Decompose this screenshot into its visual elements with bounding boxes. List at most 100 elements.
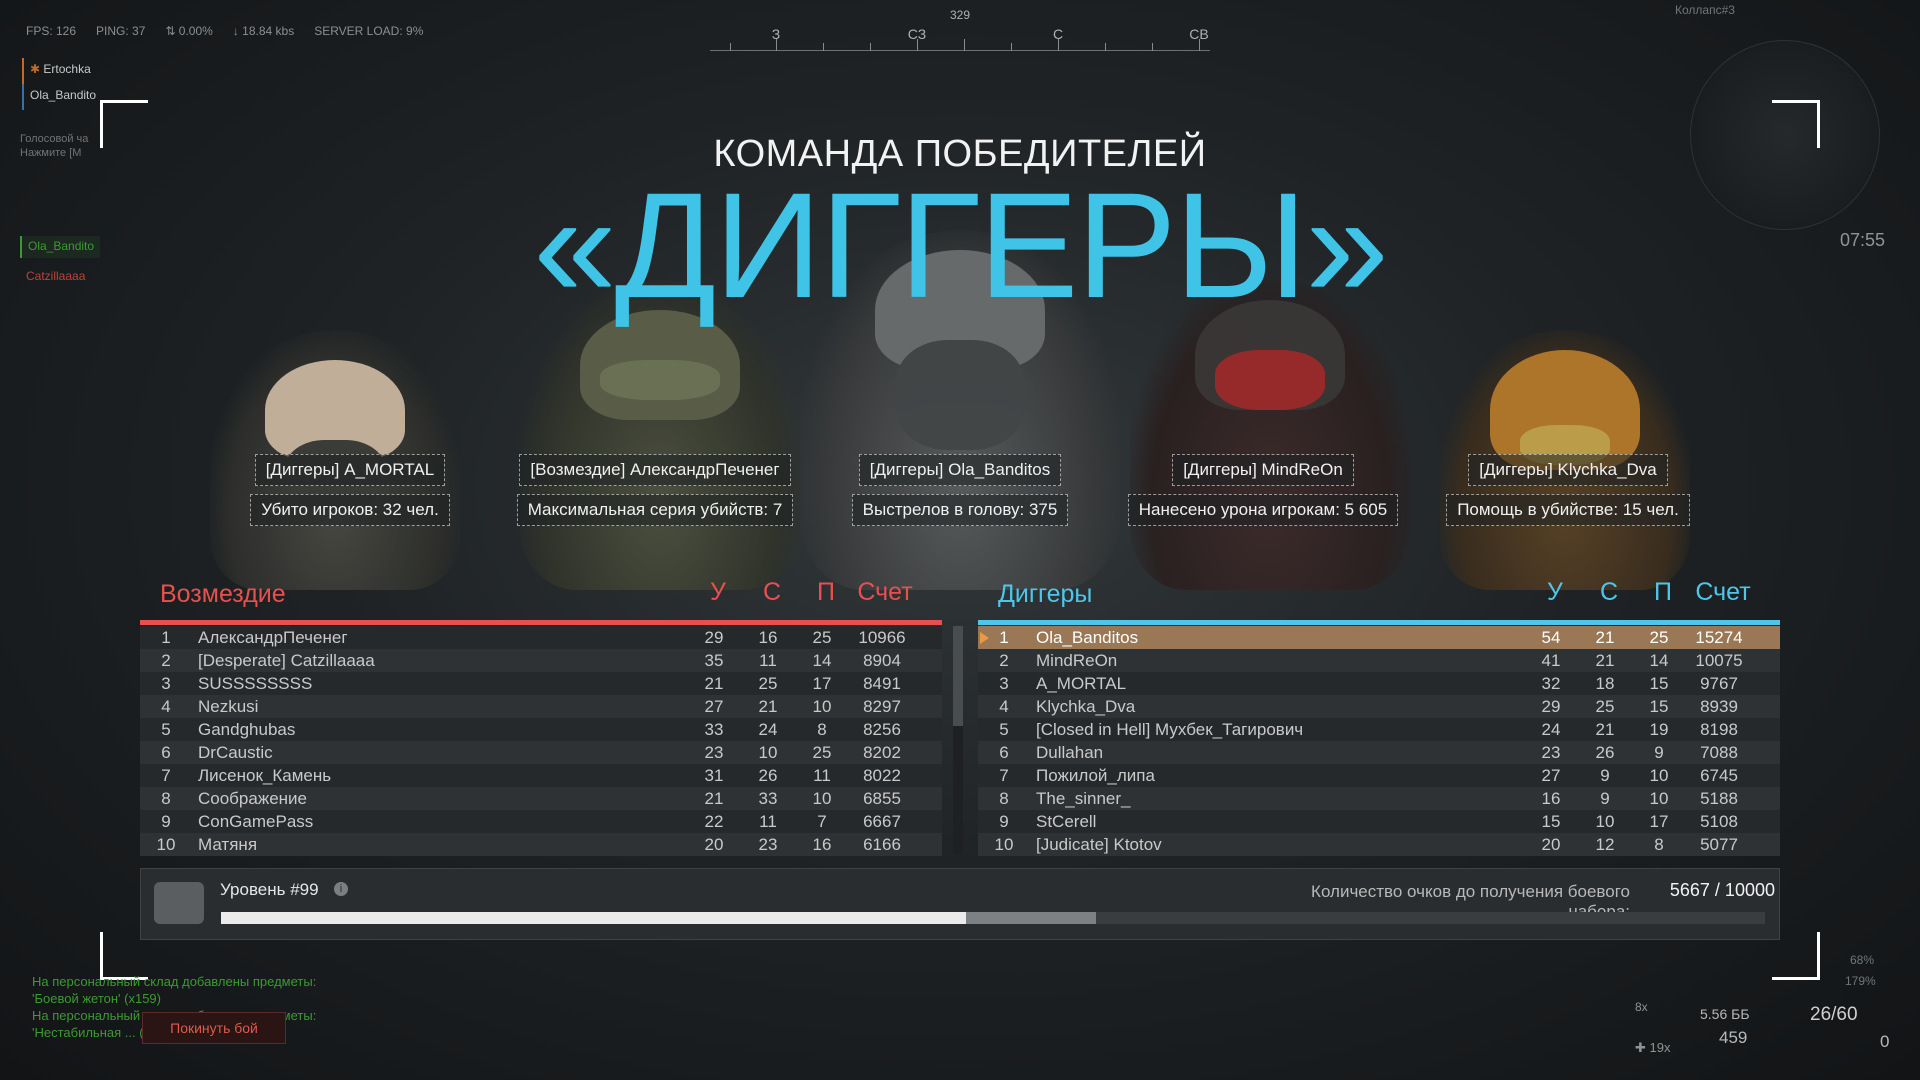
table-row: 1 Ola_Banditos 54 21 25 15274 <box>978 626 1780 649</box>
table-row: 10 Матяня 20 23 16 6166 <box>140 833 942 856</box>
compass-tick <box>776 39 777 51</box>
scrollbar-thumb[interactable] <box>953 626 963 726</box>
table-row: 6 DrCaustic 23 10 25 8202 <box>140 741 942 764</box>
ammo-hud: 8x ✚ 19x 5.56 ББ 459 26/60 0 <box>1635 1000 1905 1060</box>
player-name-cell: Dullahan <box>1036 743 1104 762</box>
kills-cell: 35 <box>704 651 724 670</box>
rank-cell: 2 <box>161 651 171 670</box>
award-stat: Убито игроков: 32 чел. <box>250 494 450 526</box>
kills-cell: 27 <box>704 697 724 716</box>
points-value: 5667 / 10000 <box>1669 880 1775 900</box>
assists-cell: 9 <box>1654 743 1664 762</box>
score-cell: 8198 <box>1700 720 1738 739</box>
kills-cell: 24 <box>1541 720 1561 739</box>
gasmask-graphic <box>895 340 1025 450</box>
table-row: 5 Gandghubas 33 24 8 8256 <box>140 718 942 741</box>
level-label: Уровень #99 <box>220 880 319 899</box>
table-row: 2 MindReOn 41 21 14 10075 <box>978 649 1780 672</box>
compass-tick <box>1105 43 1106 51</box>
award-stat: Выстрелов в голову: 375 <box>851 494 1069 526</box>
kills-cell: 41 <box>1541 651 1561 670</box>
voice-player-name: Ola_Bandito <box>30 88 97 102</box>
kills-cell: 23 <box>704 743 724 762</box>
award-card: [Диггеры] Klychka_Dva Помощь в убийстве:… <box>1418 454 1718 526</box>
compass-line <box>710 50 1210 51</box>
compass-tick <box>1011 43 1012 51</box>
player-name-cell: Пожилой_липа <box>1036 766 1155 785</box>
assists-cell: 10 <box>812 697 832 716</box>
award-player: [Диггеры] Klychka_Dva <box>1468 454 1668 486</box>
deaths-cell: 21 <box>1595 651 1615 670</box>
score-cell: 10966 <box>858 628 906 647</box>
table-row: 4 Klychka_Dva 29 25 15 8939 <box>978 695 1780 718</box>
chat-line: 'Боевой жетон' (x159) <box>32 991 161 1006</box>
rank-cell: 9 <box>161 812 171 831</box>
player-name-cell: The_sinner_ <box>1036 789 1131 808</box>
assists-cell: 25 <box>812 628 832 647</box>
deaths-cell: 21 <box>758 697 778 716</box>
info-icon[interactable]: i <box>334 882 348 896</box>
assists-cell: 7 <box>817 812 827 831</box>
assists-cell: 17 <box>1649 812 1669 831</box>
player-name-cell: Gandghubas <box>198 720 296 739</box>
red-goggles-graphic <box>1215 350 1325 410</box>
deaths-cell: 26 <box>758 766 778 785</box>
award-player: [Диггеры] A_MORTAL <box>254 454 446 486</box>
team-right-bar <box>978 620 1780 625</box>
player-name-cell: [Judicate] Ktotov <box>1036 835 1162 854</box>
score-cell: 6166 <box>863 835 901 854</box>
col-assists: П <box>1654 578 1672 606</box>
award-stat: Нанесено урона игрокам: 5 605 <box>1127 494 1399 526</box>
ammo-caliber: 5.56 ББ <box>1700 1006 1750 1022</box>
player-name-cell: Соображение <box>198 789 307 808</box>
mic-icon: ✱ <box>30 62 44 76</box>
score-cell: 7088 <box>1700 743 1738 762</box>
deaths-cell: 25 <box>758 674 778 693</box>
deaths-cell: 25 <box>1595 697 1615 716</box>
assists-cell: 25 <box>1649 628 1669 647</box>
rank-cell: 3 <box>999 674 1009 693</box>
table-row: 1 АлександрПеченег 29 16 25 10966 <box>140 626 942 649</box>
team-right-name: Диггеры <box>998 580 1093 608</box>
packet-loss-value: 0.00% <box>178 24 213 38</box>
rank-cell: 1 <box>161 628 171 647</box>
compass-heading: 329 <box>949 8 971 22</box>
table-row: 8 The_sinner_ 16 9 10 5188 <box>978 787 1780 810</box>
deaths-cell: 21 <box>1595 628 1615 647</box>
player-name-cell: SUSSSSSSSS <box>198 674 313 693</box>
col-kills: У <box>1547 578 1563 606</box>
assists-cell: 10 <box>1649 766 1669 785</box>
table-row: 3 SUSSSSSSSS 21 25 17 8491 <box>140 672 942 695</box>
voice-player: ✱ Ertochka <box>22 58 222 84</box>
deaths-cell: 11 <box>759 651 777 670</box>
rank-cell: 7 <box>161 766 171 785</box>
table-row: 9 ConGamePass 22 11 7 6667 <box>140 810 942 833</box>
level-progress-fill <box>221 912 966 924</box>
deaths-cell: 16 <box>758 628 778 647</box>
rank-cell: 10 <box>156 835 176 854</box>
player-name-cell: [Desperate] Catzillaaaa <box>198 651 375 670</box>
deaths-cell: 33 <box>758 789 778 808</box>
team-left-name: Возмездие <box>160 580 286 608</box>
download-speed-value: 18.84 kbs <box>242 24 295 38</box>
deaths-cell: 9 <box>1600 766 1610 785</box>
rank-cell: 3 <box>161 674 171 693</box>
fps-readout: FPS: 126 <box>26 24 77 38</box>
compass-tick <box>823 43 824 51</box>
assists-cell: 8 <box>1654 835 1664 854</box>
assists-cell: 14 <box>812 651 832 670</box>
kills-cell: 21 <box>704 789 724 808</box>
player-name-cell: [Closed in Hell] Мухбек_Тагирович <box>1036 720 1304 739</box>
voice-player-name: Ertochka <box>43 62 91 76</box>
deaths-cell: 10 <box>758 743 778 762</box>
score-cell: 6667 <box>863 812 901 831</box>
award-stat: Максимальная серия убийств: 7 <box>516 494 794 526</box>
leave-battle-button[interactable]: Покинуть бой <box>142 1012 286 1044</box>
deaths-cell: 9 <box>1600 789 1610 808</box>
assists-cell: 10 <box>812 789 832 808</box>
col-score: Счет <box>1695 578 1751 606</box>
deaths-cell: 18 <box>1595 674 1615 693</box>
kills-cell: 29 <box>704 628 724 647</box>
kills-cell: 29 <box>1541 697 1561 716</box>
visor-graphic <box>600 360 720 400</box>
